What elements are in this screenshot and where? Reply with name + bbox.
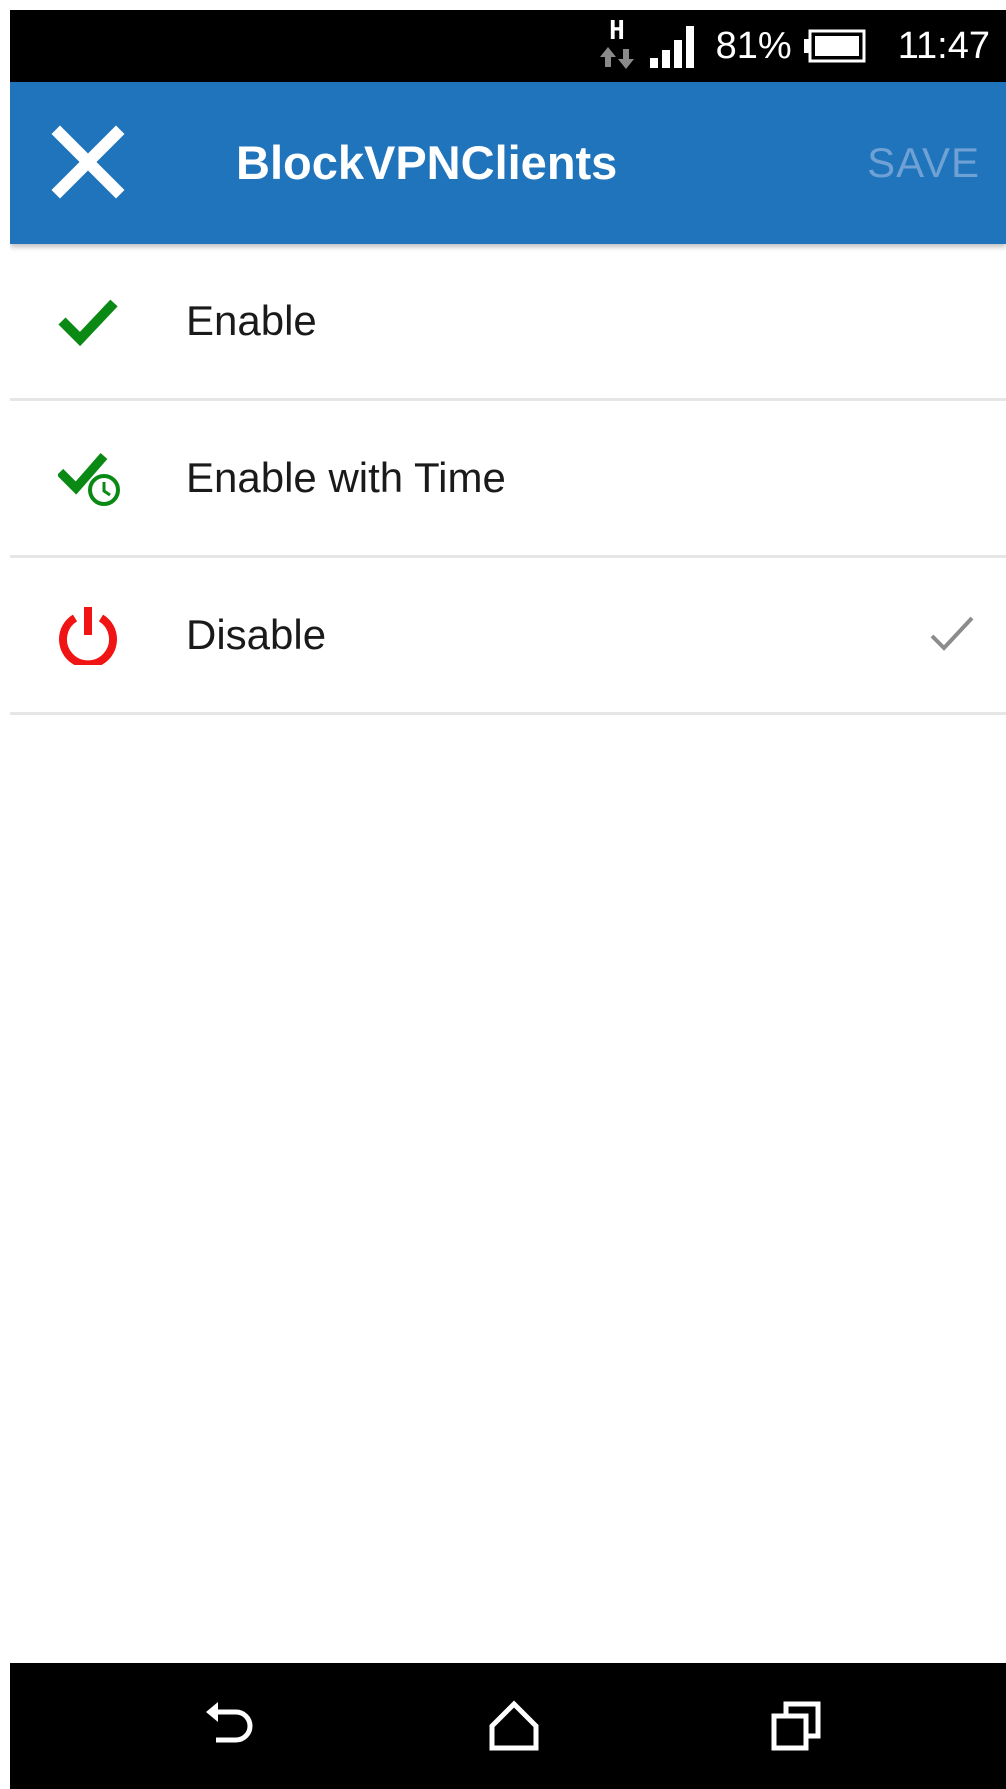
selected-check-icon [928, 610, 976, 658]
battery-icon [803, 29, 866, 63]
home-button[interactable] [484, 1696, 544, 1756]
network-type-label: H [609, 16, 625, 46]
app-bar: BlockVPNClients SAVE [10, 82, 1006, 244]
navigation-bar [10, 1663, 1006, 1789]
option-enable[interactable]: Enable [10, 244, 1006, 401]
status-bar: H 81% 11:47 [10, 10, 1006, 82]
battery-percent: 81% [715, 24, 792, 67]
option-label: Disable [186, 611, 327, 658]
close-button[interactable] [50, 124, 126, 200]
home-icon [489, 1700, 539, 1751]
save-button[interactable]: SAVE [867, 82, 980, 244]
back-icon [206, 1702, 253, 1743]
power-icon [58, 605, 118, 669]
option-list: Enable Enable with Time Disable [10, 244, 1006, 715]
data-activity-icon: H [596, 15, 638, 77]
signal-strength-icon [649, 24, 700, 68]
page-title: BlockVPNClients [236, 136, 618, 189]
phone-screen: H 81% 11:47 BlockVPNClients SAVE Enable … [10, 10, 1006, 1789]
recents-button[interactable] [766, 1696, 826, 1756]
status-indicators: H 81% 11:47 [596, 10, 990, 82]
check-clock-icon [56, 448, 120, 508]
recents-icon [771, 1701, 821, 1751]
option-enable-with-time[interactable]: Enable with Time [10, 401, 1006, 558]
option-label: Enable with Time [186, 454, 506, 501]
option-label: Enable [186, 297, 317, 344]
clock: 11:47 [897, 24, 990, 67]
green-check-icon [58, 291, 118, 351]
option-disable[interactable]: Disable [10, 558, 1006, 715]
back-button[interactable] [202, 1696, 262, 1756]
close-icon [51, 125, 125, 199]
